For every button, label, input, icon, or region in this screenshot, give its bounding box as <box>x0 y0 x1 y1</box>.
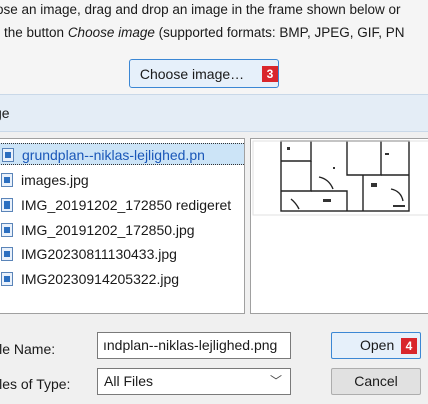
file-list-item[interactable]: images.jpg <box>0 169 244 191</box>
image-file-icon <box>2 148 14 162</box>
file-name-label: IMG_20191202_172850.jpg <box>21 222 195 238</box>
file-dialog: grundplan--niklas-lejlighed.pn images.jp… <box>0 132 428 404</box>
image-file-icon <box>1 173 13 187</box>
image-file-icon <box>1 223 13 237</box>
cancel-button[interactable]: Cancel <box>331 368 421 395</box>
step-badge-4: 4 <box>401 338 417 354</box>
step-badge-3: 3 <box>262 66 278 82</box>
file-list-item[interactable]: IMG20230914205322.jpg <box>0 268 244 290</box>
file-type-label: iles of Type: <box>0 376 71 392</box>
open-button-label: Open <box>360 337 395 353</box>
choose-image-button[interactable]: Choose image… 3 <box>129 59 279 88</box>
image-file-icon <box>1 198 13 212</box>
instructions-panel: ose an image, drag and drop an image in … <box>0 0 428 94</box>
file-type-value: All Files <box>104 373 154 389</box>
file-name-label: IMG20230811130433.jpg <box>21 246 177 262</box>
file-list[interactable]: grundplan--niklas-lejlighed.pn images.jp… <box>0 138 245 314</box>
file-name-label: grundplan--niklas-lejlighed.pn <box>22 147 205 163</box>
floor-plan-thumbnail <box>252 140 428 216</box>
open-button[interactable]: Open 4 <box>331 332 421 359</box>
file-name-label: IMG20230914205322.jpg <box>21 271 180 287</box>
file-type-select[interactable]: All Files ﹀ <box>97 368 291 395</box>
image-file-icon <box>1 272 13 286</box>
choose-image-label: Choose image… <box>139 65 245 82</box>
file-list-item[interactable]: IMG20230811130433.jpg <box>0 243 244 265</box>
dialog-title: ge <box>0 105 10 121</box>
file-list-item[interactable]: IMG_20191202_172850.jpg <box>0 219 244 241</box>
image-file-icon <box>1 247 13 261</box>
file-name-label: ile Name: <box>0 341 56 357</box>
file-name-label: images.jpg <box>21 172 89 188</box>
instruction-line-1: ose an image, drag and drop an image in … <box>0 2 401 17</box>
file-name-label: IMG_20191202_172850 redigeret <box>21 197 232 213</box>
chevron-down-icon: ﹀ <box>269 374 282 388</box>
image-preview <box>250 138 428 314</box>
instruction-line-2: the button Choose image (supported forma… <box>4 25 405 40</box>
file-name-field[interactable]: ındplan--niklas-lejlighed.png <box>97 332 291 359</box>
file-list-item[interactable]: IMG_20191202_172850 redigeret <box>0 194 244 216</box>
dialog-title-bar: ge <box>0 94 428 132</box>
file-list-item-selected[interactable]: grundplan--niklas-lejlighed.pn <box>0 143 244 165</box>
